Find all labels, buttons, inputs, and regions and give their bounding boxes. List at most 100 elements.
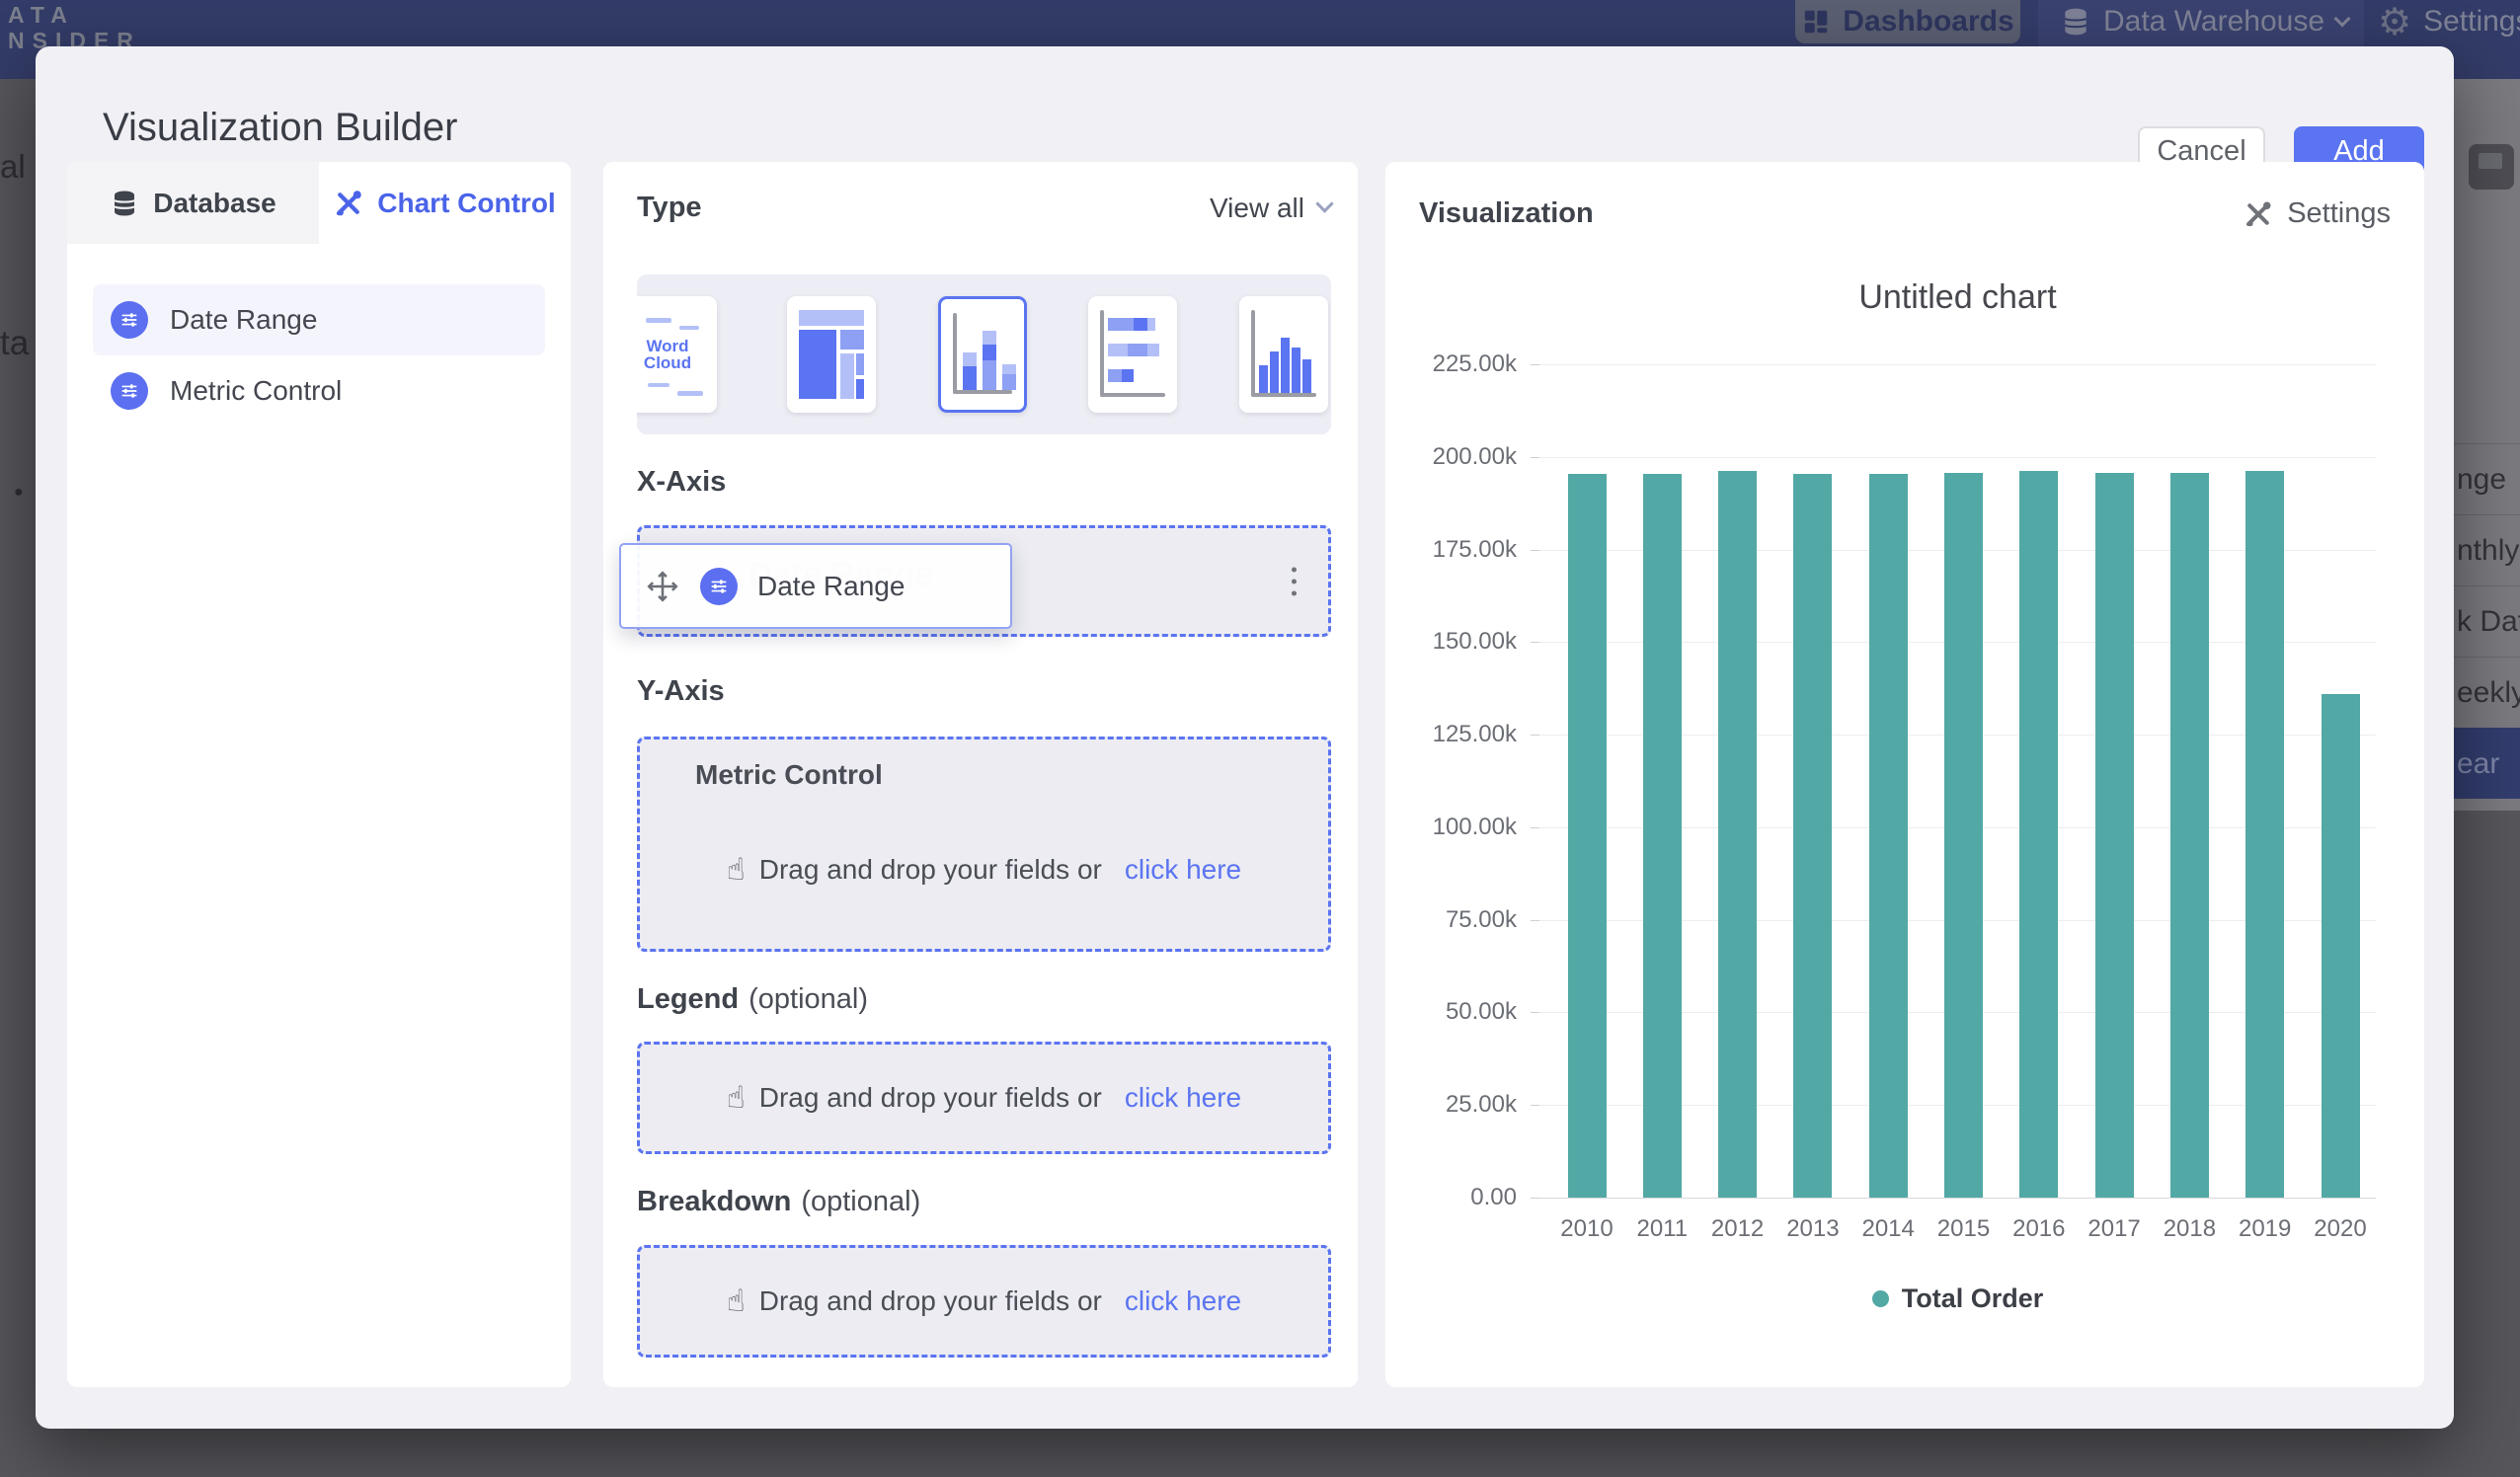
type-heading: Type — [637, 192, 702, 224]
y-tick-label: 100.00k — [1385, 814, 1517, 841]
partial-save-icon — [2469, 144, 2514, 190]
chart-type-treemap[interactable] — [787, 296, 876, 413]
panel-tabs: Database Chart Control — [67, 162, 571, 244]
nav-item-settings[interactable]: ⚙ Settings — [2378, 0, 2520, 43]
nav-settings-label: Settings — [2423, 5, 2520, 39]
y-tick-label: 125.00k — [1385, 721, 1517, 748]
legend-heading-label: Legend — [637, 983, 739, 1015]
tab-database-label: Database — [153, 188, 276, 219]
bar-2015 — [1944, 473, 1983, 1198]
field-label: Metric Control — [170, 375, 342, 407]
background-list-item: nthly — [2454, 514, 2520, 585]
y-tick-label: 75.00k — [1385, 906, 1517, 934]
bar-2018 — [2170, 473, 2209, 1198]
field-label: Date Range — [170, 304, 317, 336]
modal-title: Visualization Builder — [103, 106, 457, 150]
chart-type-stacked-column[interactable] — [938, 296, 1027, 413]
bar-2020 — [2322, 694, 2360, 1198]
y-tick-label: 175.00k — [1385, 536, 1517, 564]
bar-2014 — [1869, 474, 1908, 1198]
chart-settings-button[interactable]: Settings — [2244, 197, 2391, 230]
legend-dropzone[interactable]: ☝ Drag and drop your fields or click her… — [637, 1042, 1331, 1154]
tap-hand-icon: ☝ — [727, 852, 746, 888]
logo-line1: ATA — [8, 2, 141, 28]
click-here-link[interactable]: click here — [1125, 854, 1241, 886]
y-axis-dropzone[interactable]: Metric Control ☝ Drag and drop your fiel… — [637, 737, 1331, 952]
gridline — [1539, 364, 2376, 365]
nav-item-data-warehouse[interactable]: Data Warehouse — [2060, 0, 2348, 43]
background-bullet: ● — [14, 484, 24, 502]
bar-2012 — [1718, 471, 1757, 1198]
y-tick-label: 0.00 — [1385, 1184, 1517, 1211]
legend-label: Total Order — [1902, 1283, 2044, 1314]
legend-marker — [1872, 1290, 1889, 1307]
click-here-link[interactable]: click here — [1125, 1082, 1241, 1114]
drop-hint-text: Drag and drop your fields or — [759, 854, 1102, 886]
drop-hint-text: Drag and drop your fields or — [759, 1082, 1102, 1114]
gridline — [1539, 457, 2376, 458]
word-cloud-text: Cloud — [644, 354, 691, 371]
nav-warehouse-label: Data Warehouse — [2103, 5, 2324, 39]
move-icon — [645, 569, 680, 604]
y-axis-heading: Y-Axis — [637, 675, 725, 708]
breakdown-heading-label: Breakdown — [637, 1186, 791, 1217]
metric-control-label: Metric Control — [695, 759, 1328, 791]
background-dropdown-list: nge nthly k Date eekly ear — [2454, 443, 2520, 799]
y-tick-label: 225.00k — [1385, 350, 1517, 378]
dashboards-grid-icon — [1801, 7, 1831, 37]
sliders-icon — [111, 372, 148, 410]
fields-panel: Database Chart Control — [67, 162, 571, 1387]
chart-legend: Total Order — [1539, 1283, 2376, 1314]
chart-type-stacked-bar[interactable] — [1088, 296, 1177, 413]
tools-icon — [334, 189, 363, 218]
y-tick-label: 50.00k — [1385, 998, 1517, 1026]
chart-title: Untitled chart — [1539, 278, 2376, 317]
bar-2016 — [2019, 471, 2058, 1198]
drop-hint-text: Drag and drop your fields or — [759, 1285, 1102, 1317]
y-tick-label: 150.00k — [1385, 628, 1517, 656]
field-item-date-range[interactable]: Date Range — [93, 284, 545, 355]
bar-2011 — [1643, 474, 1682, 1198]
background-list-item-selected: ear — [2454, 728, 2520, 799]
chart-settings-label: Settings — [2287, 197, 2391, 230]
chart-type-column[interactable] — [1239, 296, 1328, 413]
background-partial-text: al — [0, 148, 26, 186]
breakdown-optional-label: (optional) — [801, 1186, 920, 1217]
chart-type-strip: Word Cloud — [637, 274, 1331, 434]
visualization-heading: Visualization — [1419, 197, 1594, 230]
bar-2013 — [1793, 474, 1832, 1198]
click-here-link[interactable]: click here — [1125, 1285, 1241, 1317]
bar-2017 — [2095, 473, 2134, 1198]
view-all-dropdown[interactable]: View all — [1210, 193, 1331, 224]
chart-type-word-cloud[interactable]: Word Cloud — [637, 296, 717, 413]
tab-chart-control[interactable]: Chart Control — [319, 162, 571, 244]
dragged-field-date-range[interactable]: Date Range — [619, 543, 1012, 629]
x-axis-heading: X-Axis — [637, 466, 726, 499]
breakdown-dropzone[interactable]: ☝ Drag and drop your fields or click her… — [637, 1245, 1331, 1358]
nav-dashboards-label: Dashboards — [1843, 5, 2013, 39]
sliders-icon — [111, 301, 148, 339]
database-icon — [110, 189, 139, 218]
sliders-icon — [700, 568, 738, 605]
chevron-down-icon — [2334, 11, 2351, 28]
legend-heading: Legend (optional) — [637, 983, 868, 1016]
builder-panel: Type View all Word Cloud — [603, 162, 1358, 1387]
kebab-menu-icon[interactable] — [1286, 561, 1302, 601]
background-list-item: k Date — [2454, 585, 2520, 657]
legend-optional-label: (optional) — [748, 983, 868, 1015]
view-all-label: View all — [1210, 193, 1304, 224]
visualization-panel: Visualization Settings Untitled chart 22… — [1385, 162, 2424, 1387]
chevron-down-icon — [1315, 194, 1333, 212]
bar-chart-plot: 2010201120122013201420152016201720182019… — [1539, 364, 2376, 1198]
tap-hand-icon: ☝ — [727, 1080, 746, 1116]
gear-icon: ⚙ — [2378, 0, 2411, 43]
bar-2019 — [2245, 471, 2284, 1198]
visualization-builder-modal: Visualization Builder Cancel Add Databas… — [36, 46, 2454, 1429]
background-list-item: eekly — [2454, 657, 2520, 728]
tab-database[interactable]: Database — [67, 162, 319, 244]
word-cloud-text: Word — [646, 338, 688, 354]
tab-chart-control-label: Chart Control — [377, 188, 555, 219]
dragged-field-label: Date Range — [757, 571, 905, 602]
field-item-metric-control[interactable]: Metric Control — [93, 355, 545, 427]
nav-item-dashboards[interactable]: Dashboards — [1795, 0, 2020, 43]
